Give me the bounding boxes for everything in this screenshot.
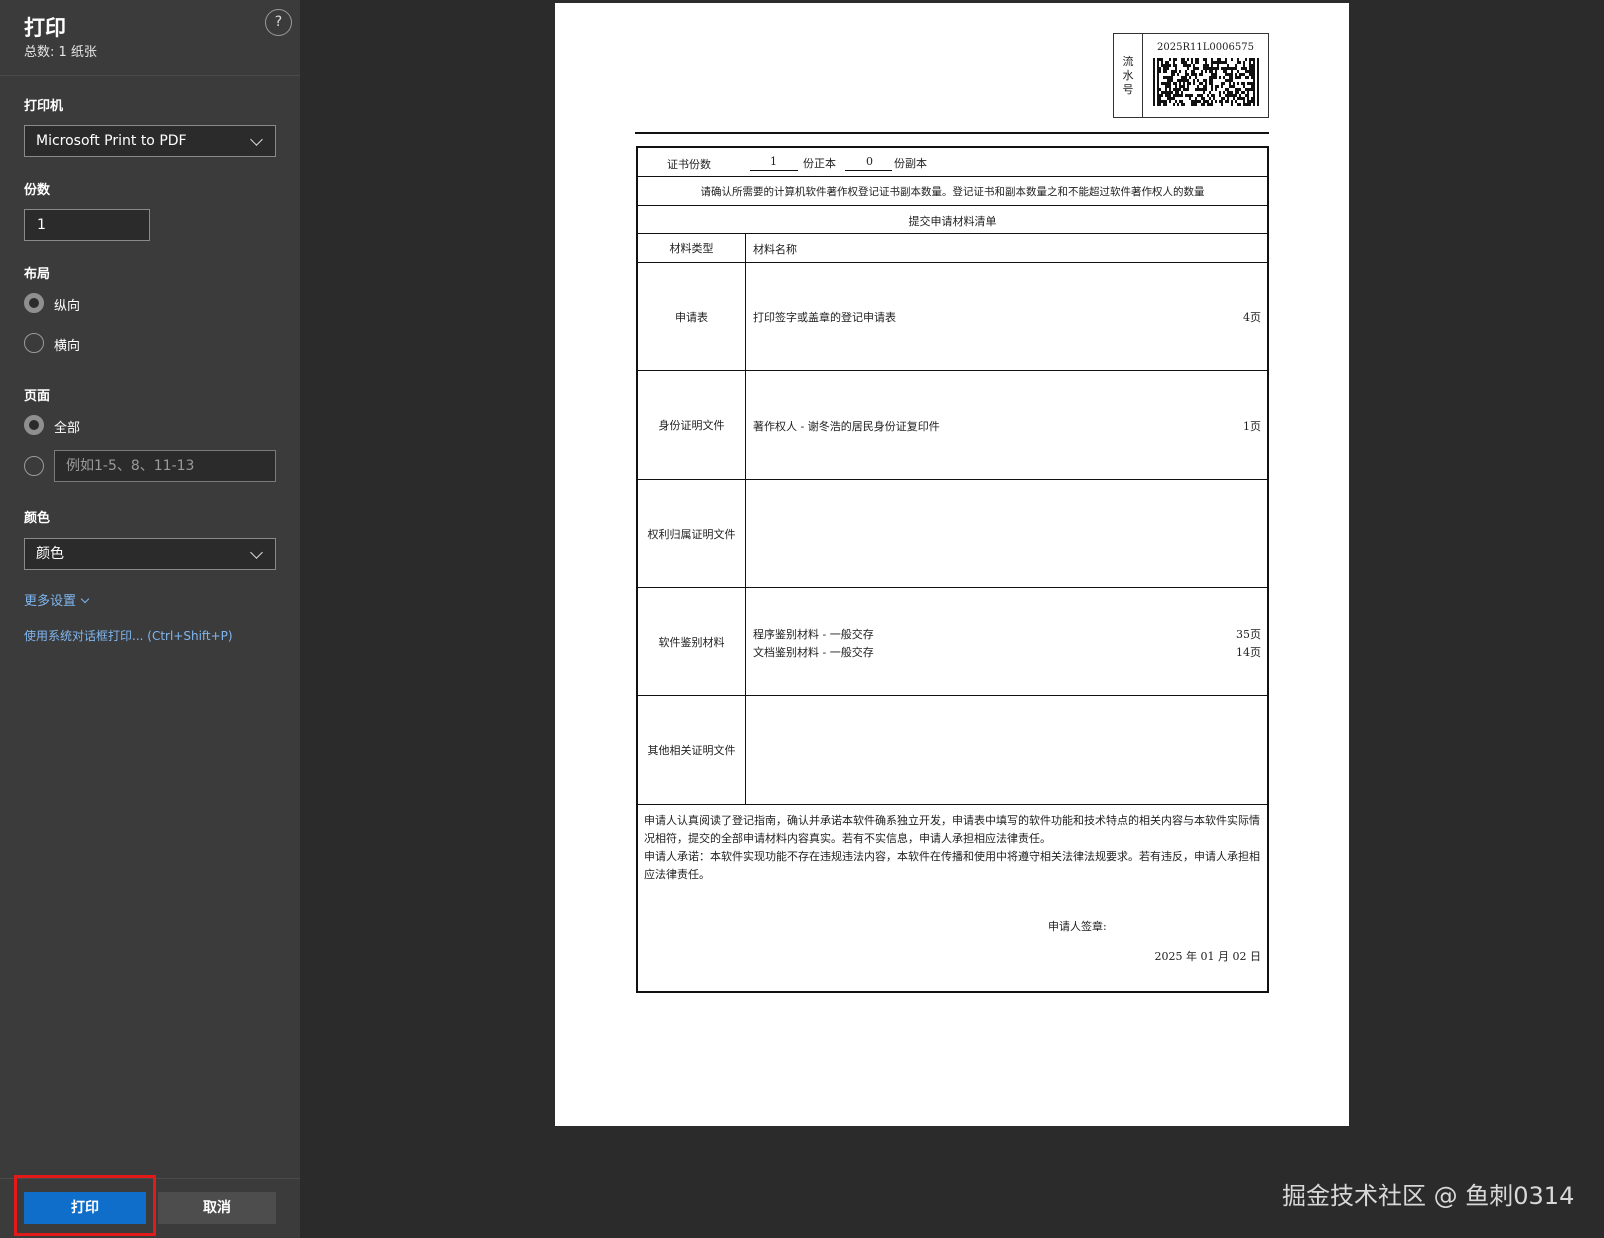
material-pages: 14页 <box>1236 646 1261 659</box>
material-pages: 4页 <box>1243 311 1261 324</box>
sheet-count: 总数: 1 纸张 <box>24 45 97 60</box>
material-row: 权利归属证明文件 <box>638 480 1267 588</box>
copies-input[interactable]: 1 <box>24 209 150 241</box>
serial-char: 号 <box>1122 82 1134 96</box>
material-type: 其他相关证明文件 <box>638 696 746 804</box>
help-icon[interactable]: ? <box>265 9 292 36</box>
color-value: 颜色 <box>36 546 64 562</box>
serial-number-box: 流 水 号 2025R11L0006575 <box>1113 33 1269 118</box>
col-type-header: 材料类型 <box>638 234 746 262</box>
more-settings-label: 更多设置 <box>24 594 77 609</box>
underline <box>750 170 798 171</box>
serial-char: 水 <box>1122 68 1134 82</box>
all-pages-label: 全部 <box>54 421 81 436</box>
copies-notice: 请确认所需要的计算机软件著作权登记证书副本数量。登记证书和副本数量之和不能超过软… <box>700 186 1205 198</box>
landscape-radio[interactable] <box>24 333 44 353</box>
portrait-radio[interactable] <box>24 293 44 313</box>
chevron-down-icon <box>250 133 263 146</box>
barcode-icon <box>1153 58 1259 106</box>
material-row: 软件鉴别材料 程序鉴别材料 - 一般交存 35页 文档鉴别材料 - 一般交存 1… <box>638 588 1267 696</box>
certificate-copies-row: 证书份数 1 份正本 0 份副本 <box>638 148 1267 177</box>
material-name: 文档鉴别材料 - 一般交存 <box>753 646 874 659</box>
chevron-down-icon <box>80 594 90 604</box>
divider <box>0 75 300 76</box>
original-label: 份正本 <box>803 157 836 170</box>
material-type: 软件鉴别材料 <box>638 588 746 695</box>
printer-select[interactable]: Microsoft Print to PDF <box>24 125 276 157</box>
copy-count: 0 <box>866 155 873 168</box>
landscape-label: 横向 <box>54 339 81 354</box>
copies-row-label: 证书份数 <box>667 158 711 171</box>
printer-label: 打印机 <box>24 99 64 114</box>
serial-label: 流 水 号 <box>1114 34 1143 117</box>
material-pages: 1页 <box>1243 420 1261 433</box>
material-name: 程序鉴别材料 - 一般交存 <box>753 628 874 641</box>
application-form-table: 证书份数 1 份正本 0 份副本 请确认所需要的计算机软件著作权登记证书副本数量… <box>636 146 1269 993</box>
declaration-paragraph: 申请人认真阅读了登记指南，确认并承诺本软件确系独立开发，申请表中填写的软件功能和… <box>644 814 1260 845</box>
layout-label: 布局 <box>24 267 51 282</box>
material-type: 身份证明文件 <box>638 371 746 479</box>
chevron-down-icon <box>250 546 263 559</box>
list-title: 提交申请材料清单 <box>908 215 997 228</box>
cancel-button[interactable]: 取消 <box>158 1192 276 1224</box>
highlight-box <box>14 1175 156 1236</box>
printer-value: Microsoft Print to PDF <box>36 133 187 149</box>
signature-label: 申请人签章: <box>1048 920 1107 933</box>
table-header-row: 材料类型 材料名称 <box>638 234 1267 263</box>
serial-char: 流 <box>1122 54 1134 68</box>
notice-row: 请确认所需要的计算机软件著作权登记证书副本数量。登记证书和副本数量之和不能超过软… <box>638 177 1267 206</box>
material-name: 打印签字或盖章的登记申请表 <box>753 311 896 324</box>
color-label: 颜色 <box>24 511 51 526</box>
header-rule <box>635 132 1269 134</box>
print-settings-panel: 打印 总数: 1 纸张 ? 打印机 Microsoft Print to PDF… <box>0 0 300 1238</box>
material-row: 申请表 打印签字或盖章的登记申请表 4页 <box>638 263 1267 371</box>
color-select[interactable]: 颜色 <box>24 538 276 570</box>
material-row: 身份证明文件 著作权人 - 谢冬浩的居民身份证复印件 1页 <box>638 371 1267 480</box>
page-range-input[interactable]: 例如1-5、8、11-13 <box>54 450 276 482</box>
commitment-paragraph: 申请人承诺：本软件实现功能不存在违规违法内容，本软件在传播和使用中将遵守相关法律… <box>644 850 1260 881</box>
col-name-header: 材料名称 <box>753 243 797 256</box>
underline <box>845 170 892 171</box>
serial-code: 2025R11L0006575 <box>1157 42 1254 53</box>
copy-label: 份副本 <box>894 157 927 170</box>
original-count: 1 <box>770 155 777 168</box>
more-settings-link[interactable]: 更多设置 <box>24 590 90 609</box>
material-pages: 35页 <box>1236 628 1261 641</box>
all-pages-radio[interactable] <box>24 415 44 435</box>
material-name: 著作权人 - 谢冬浩的居民身份证复印件 <box>753 420 940 433</box>
material-type: 申请表 <box>638 263 746 370</box>
material-type: 权利归属证明文件 <box>638 480 746 587</box>
page-range-radio[interactable] <box>24 456 44 476</box>
pages-label: 页面 <box>24 389 51 404</box>
print-preview-page: 流 水 号 2025R11L0006575 证书份数 1 份正本 0 份副本 请… <box>555 3 1349 1126</box>
signing-date: 2025 年 01 月 02 日 <box>1154 950 1261 963</box>
dialog-title: 打印 <box>24 16 66 40</box>
material-row: 其他相关证明文件 <box>638 696 1267 805</box>
system-dialog-link[interactable]: 使用系统对话框打印... (Ctrl+Shift+P) <box>24 627 233 644</box>
portrait-label: 纵向 <box>54 299 81 314</box>
list-title-row: 提交申请材料清单 <box>638 206 1267 234</box>
watermark: 掘金技术社区 @ 鱼刺0314 <box>1282 1182 1575 1210</box>
copies-label: 份数 <box>24 183 51 198</box>
